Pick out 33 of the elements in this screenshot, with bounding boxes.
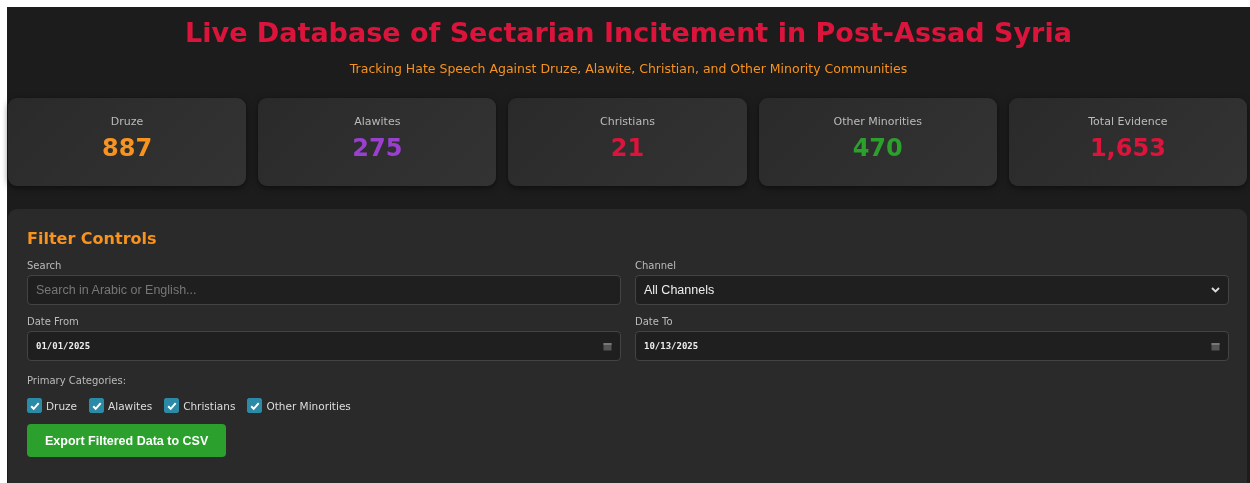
field-label: Search <box>27 260 62 272</box>
calendar-icon[interactable] <box>603 341 612 351</box>
calendar-icon[interactable] <box>1211 341 1220 351</box>
checkbox-label: Christians <box>183 399 236 412</box>
checkbox-label: Other Minorities <box>266 399 351 412</box>
page-subtitle: Tracking Hate Speech Against Druze, Alawite, Christian, and Other Minority Communities <box>348 61 909 77</box>
checkbox[interactable] <box>27 398 42 414</box>
stat-value: 275 <box>352 134 403 163</box>
stat-label: Druze <box>110 115 144 129</box>
checkbox[interactable] <box>247 398 263 414</box>
checkbox[interactable] <box>89 398 105 414</box>
checkbox-label: Druze <box>46 399 78 412</box>
stat-value: 1,653 <box>1089 134 1166 163</box>
stat-value: 887 <box>102 134 153 163</box>
field-label: Channel <box>635 260 677 272</box>
channel-dropdown[interactable]: All Channels <box>635 275 1229 306</box>
categories-label: Primary Categories: <box>27 375 127 387</box>
stat-label: Christians <box>600 115 655 129</box>
date-field[interactable]: 01/01/2025 <box>27 331 621 362</box>
stat-label: Alawites <box>354 115 401 129</box>
stat-label: Total Evidence <box>1088 115 1168 129</box>
field-label: Date To <box>635 316 673 328</box>
checkbox[interactable] <box>164 398 180 414</box>
stat-label: Other Minorities <box>833 115 922 129</box>
date-field[interactable]: 10/13/2025 <box>635 331 1229 362</box>
page-title: Live Database of Sectarian Incitement in Post-Assad Syria <box>184 17 1073 50</box>
chevron-icon <box>1211 287 1220 294</box>
stat-value: 21 <box>610 134 645 163</box>
field-label: Date From <box>27 316 79 328</box>
search-field[interactable]: Search in Arabic or English... <box>27 275 621 306</box>
stat-value: 470 <box>852 134 903 163</box>
checkbox-label: Alawites <box>108 399 153 412</box>
panel-title: Filter Controls <box>27 229 157 249</box>
